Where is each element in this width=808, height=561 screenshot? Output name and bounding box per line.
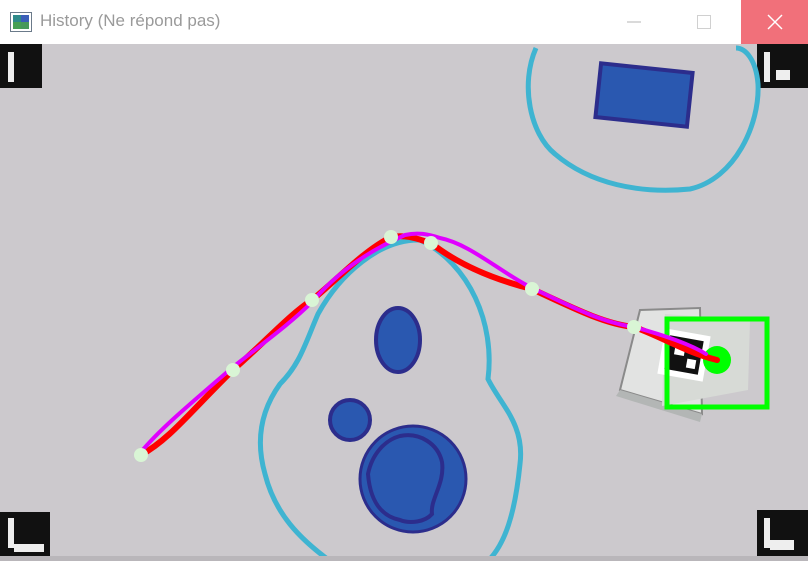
waypoint bbox=[226, 363, 240, 377]
corner-marker-icon bbox=[0, 44, 42, 88]
waypoint bbox=[384, 230, 398, 244]
history-window: History (Ne répond pas) bbox=[0, 0, 808, 561]
obstacle-large-circle bbox=[358, 424, 468, 534]
obstacle-ellipse bbox=[374, 306, 422, 374]
path-actual bbox=[139, 231, 708, 454]
waypoint bbox=[627, 320, 641, 334]
close-icon bbox=[767, 14, 782, 30]
waypoint bbox=[525, 282, 539, 296]
waypoint bbox=[424, 236, 438, 250]
corner-marker-icon bbox=[0, 512, 50, 561]
waypoint bbox=[305, 293, 319, 307]
obstacle-small-circle bbox=[328, 398, 372, 442]
close-button[interactable] bbox=[741, 0, 808, 44]
app-window-icon bbox=[10, 12, 32, 32]
minimize-button[interactable] bbox=[602, 0, 666, 44]
camera-view bbox=[0, 44, 808, 561]
corner-marker-icon bbox=[757, 510, 808, 561]
maximize-icon bbox=[697, 15, 711, 29]
obstacle-rect bbox=[593, 61, 695, 129]
minimize-icon bbox=[627, 21, 641, 23]
window-title: History (Ne répond pas) bbox=[40, 11, 221, 30]
corner-marker-icon bbox=[757, 44, 808, 88]
maximize-button[interactable] bbox=[672, 0, 736, 44]
title-bar[interactable]: History (Ne répond pas) bbox=[0, 0, 808, 44]
waypoint bbox=[134, 448, 148, 462]
